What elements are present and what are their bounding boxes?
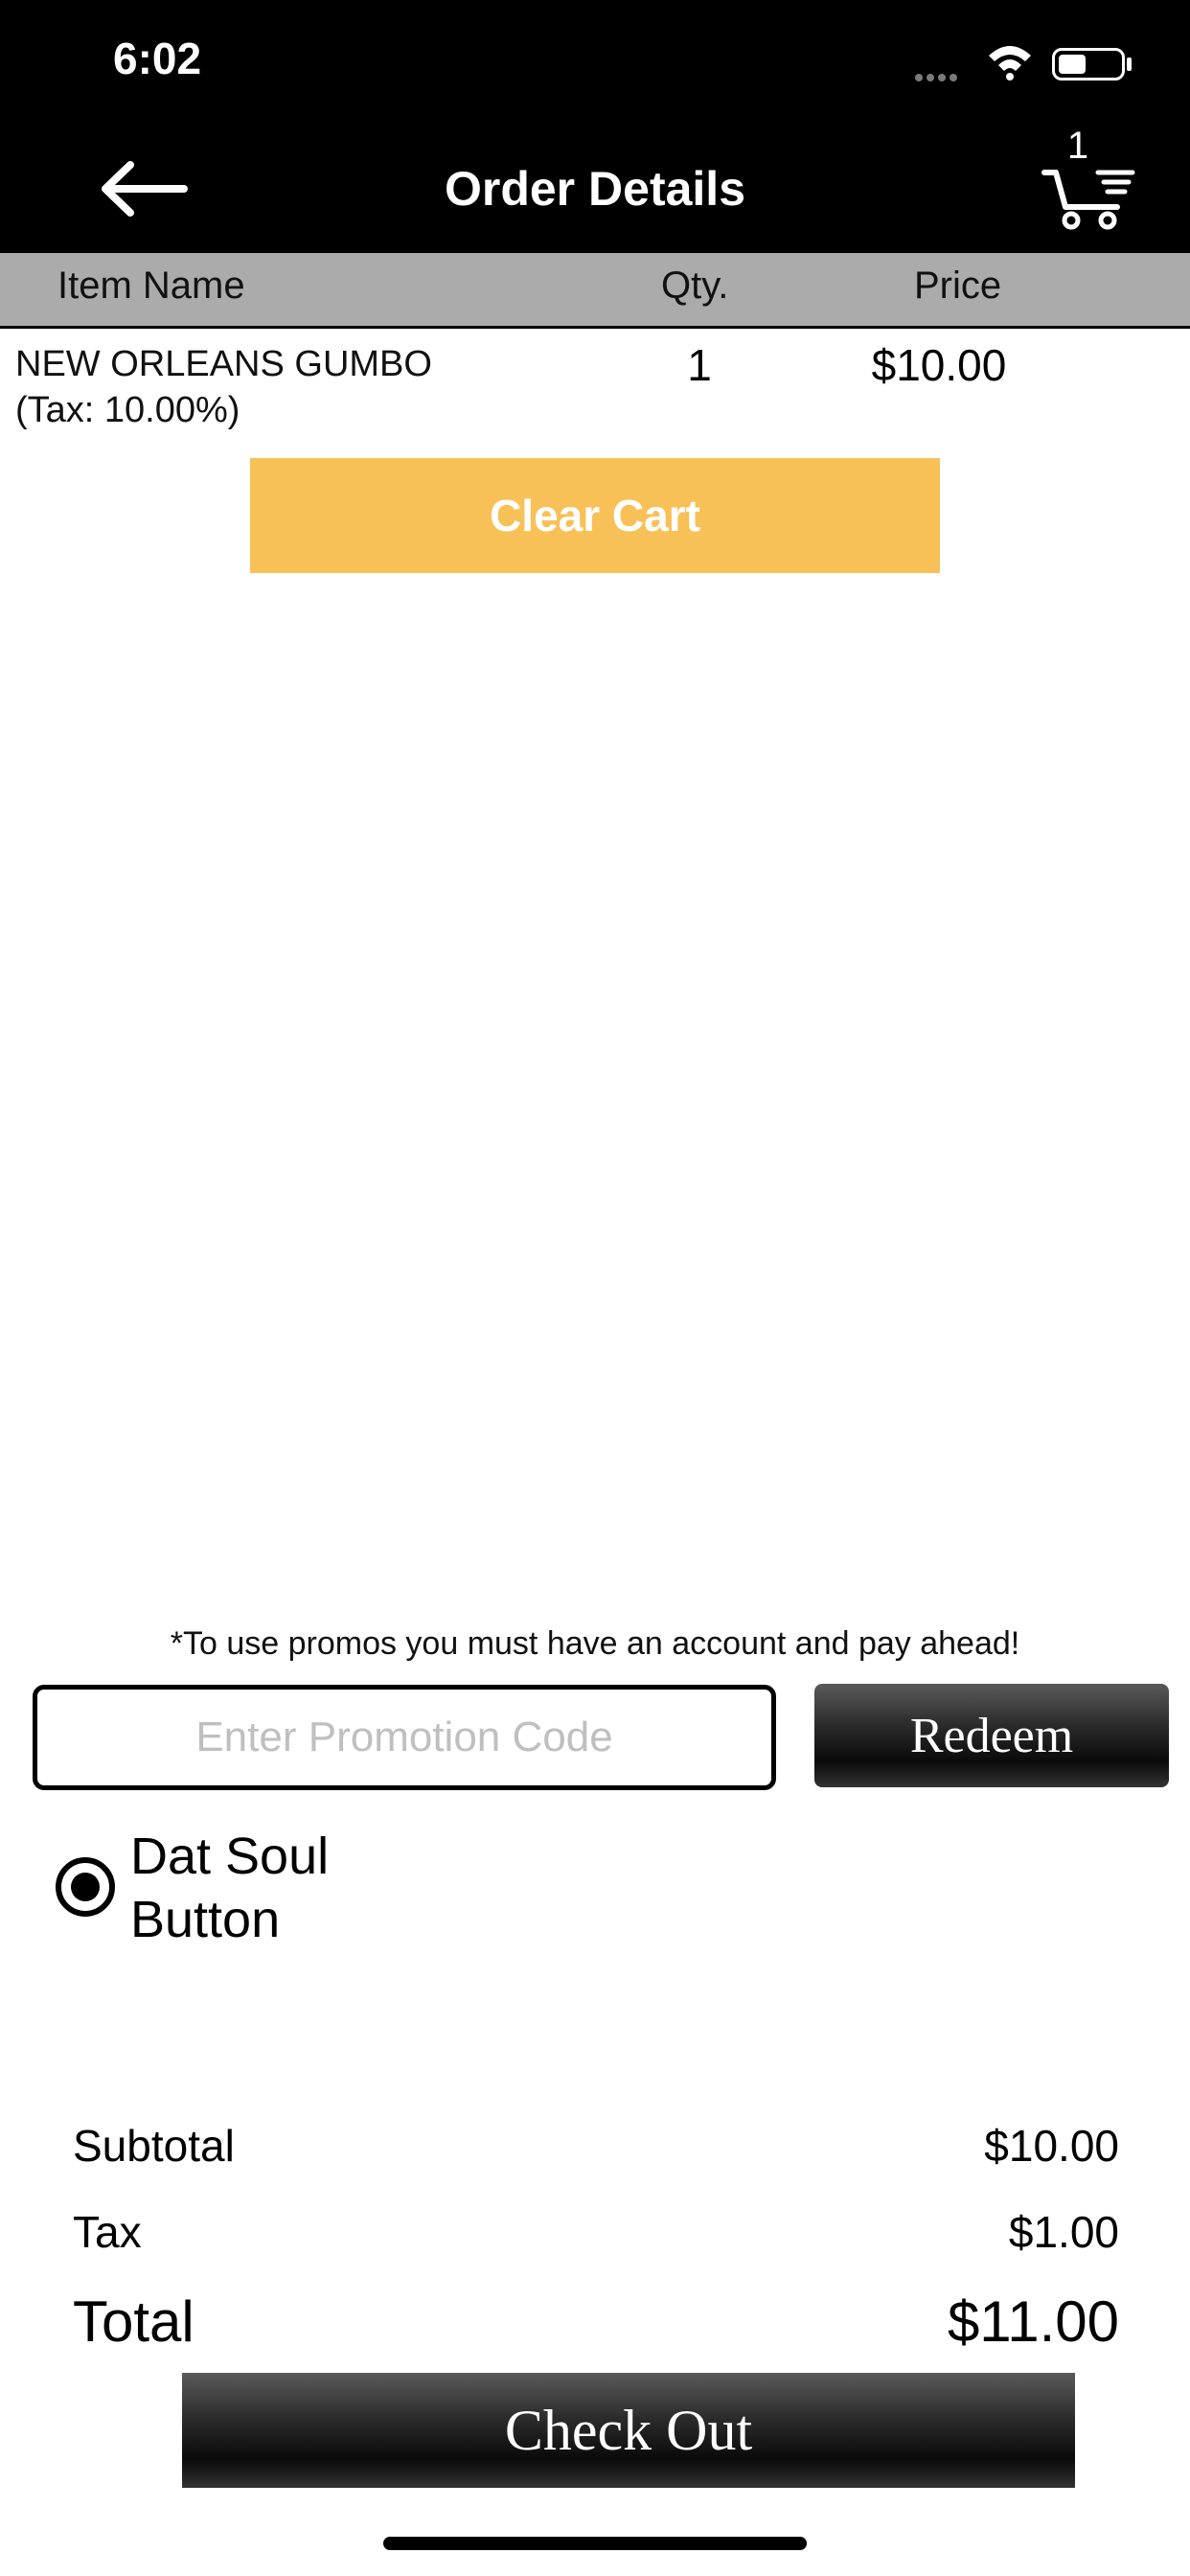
radio-label[interactable]: Dat Soul Button: [130, 1825, 418, 1951]
subtotal-label: Subtotal: [73, 2121, 235, 2171]
promo-note: *To use promos you must have an account …: [170, 1625, 1020, 1662]
status-time: 6:02: [113, 34, 202, 83]
home-indicator: [383, 2537, 807, 2550]
checkout-button[interactable]: Check Out: [182, 2373, 1075, 2488]
radio-selected-dot: [71, 1873, 100, 1901]
promo-code-input[interactable]: [33, 1685, 776, 1790]
tax-value: $1.00: [1008, 2207, 1119, 2257]
wifi-icon: [989, 46, 1031, 80]
radio-label-line2: Button: [130, 1891, 281, 1948]
page-title: Order Details: [444, 162, 745, 216]
header-qty: Qty.: [661, 264, 729, 307]
redeem-button[interactable]: Redeem: [814, 1684, 1169, 1787]
tax-label: Tax: [73, 2207, 142, 2257]
header-item-name: Item Name: [57, 264, 245, 307]
table-row: NEW ORLEANS GUMBO (Tax: 10.00%): [15, 341, 432, 433]
subtotal-value: $10.00: [984, 2121, 1119, 2171]
item-price: $10.00: [871, 340, 1007, 390]
item-tax: (Tax: 10.00%): [15, 390, 240, 430]
signal-icon: [915, 69, 961, 86]
total-label: Total: [73, 2289, 195, 2354]
dat-soul-radio[interactable]: [56, 1857, 115, 1917]
header-price: Price: [914, 264, 1002, 307]
cart-icon[interactable]: [1041, 150, 1136, 230]
battery-icon: [1052, 48, 1125, 80]
battery-tip: [1127, 58, 1132, 71]
item-name: NEW ORLEANS GUMBO: [15, 344, 432, 384]
item-qty: 1: [687, 340, 712, 390]
radio-label-line1: Dat Soul: [130, 1828, 330, 1885]
total-value: $11.00: [947, 2289, 1119, 2354]
clear-cart-button[interactable]: Clear Cart: [250, 458, 940, 573]
